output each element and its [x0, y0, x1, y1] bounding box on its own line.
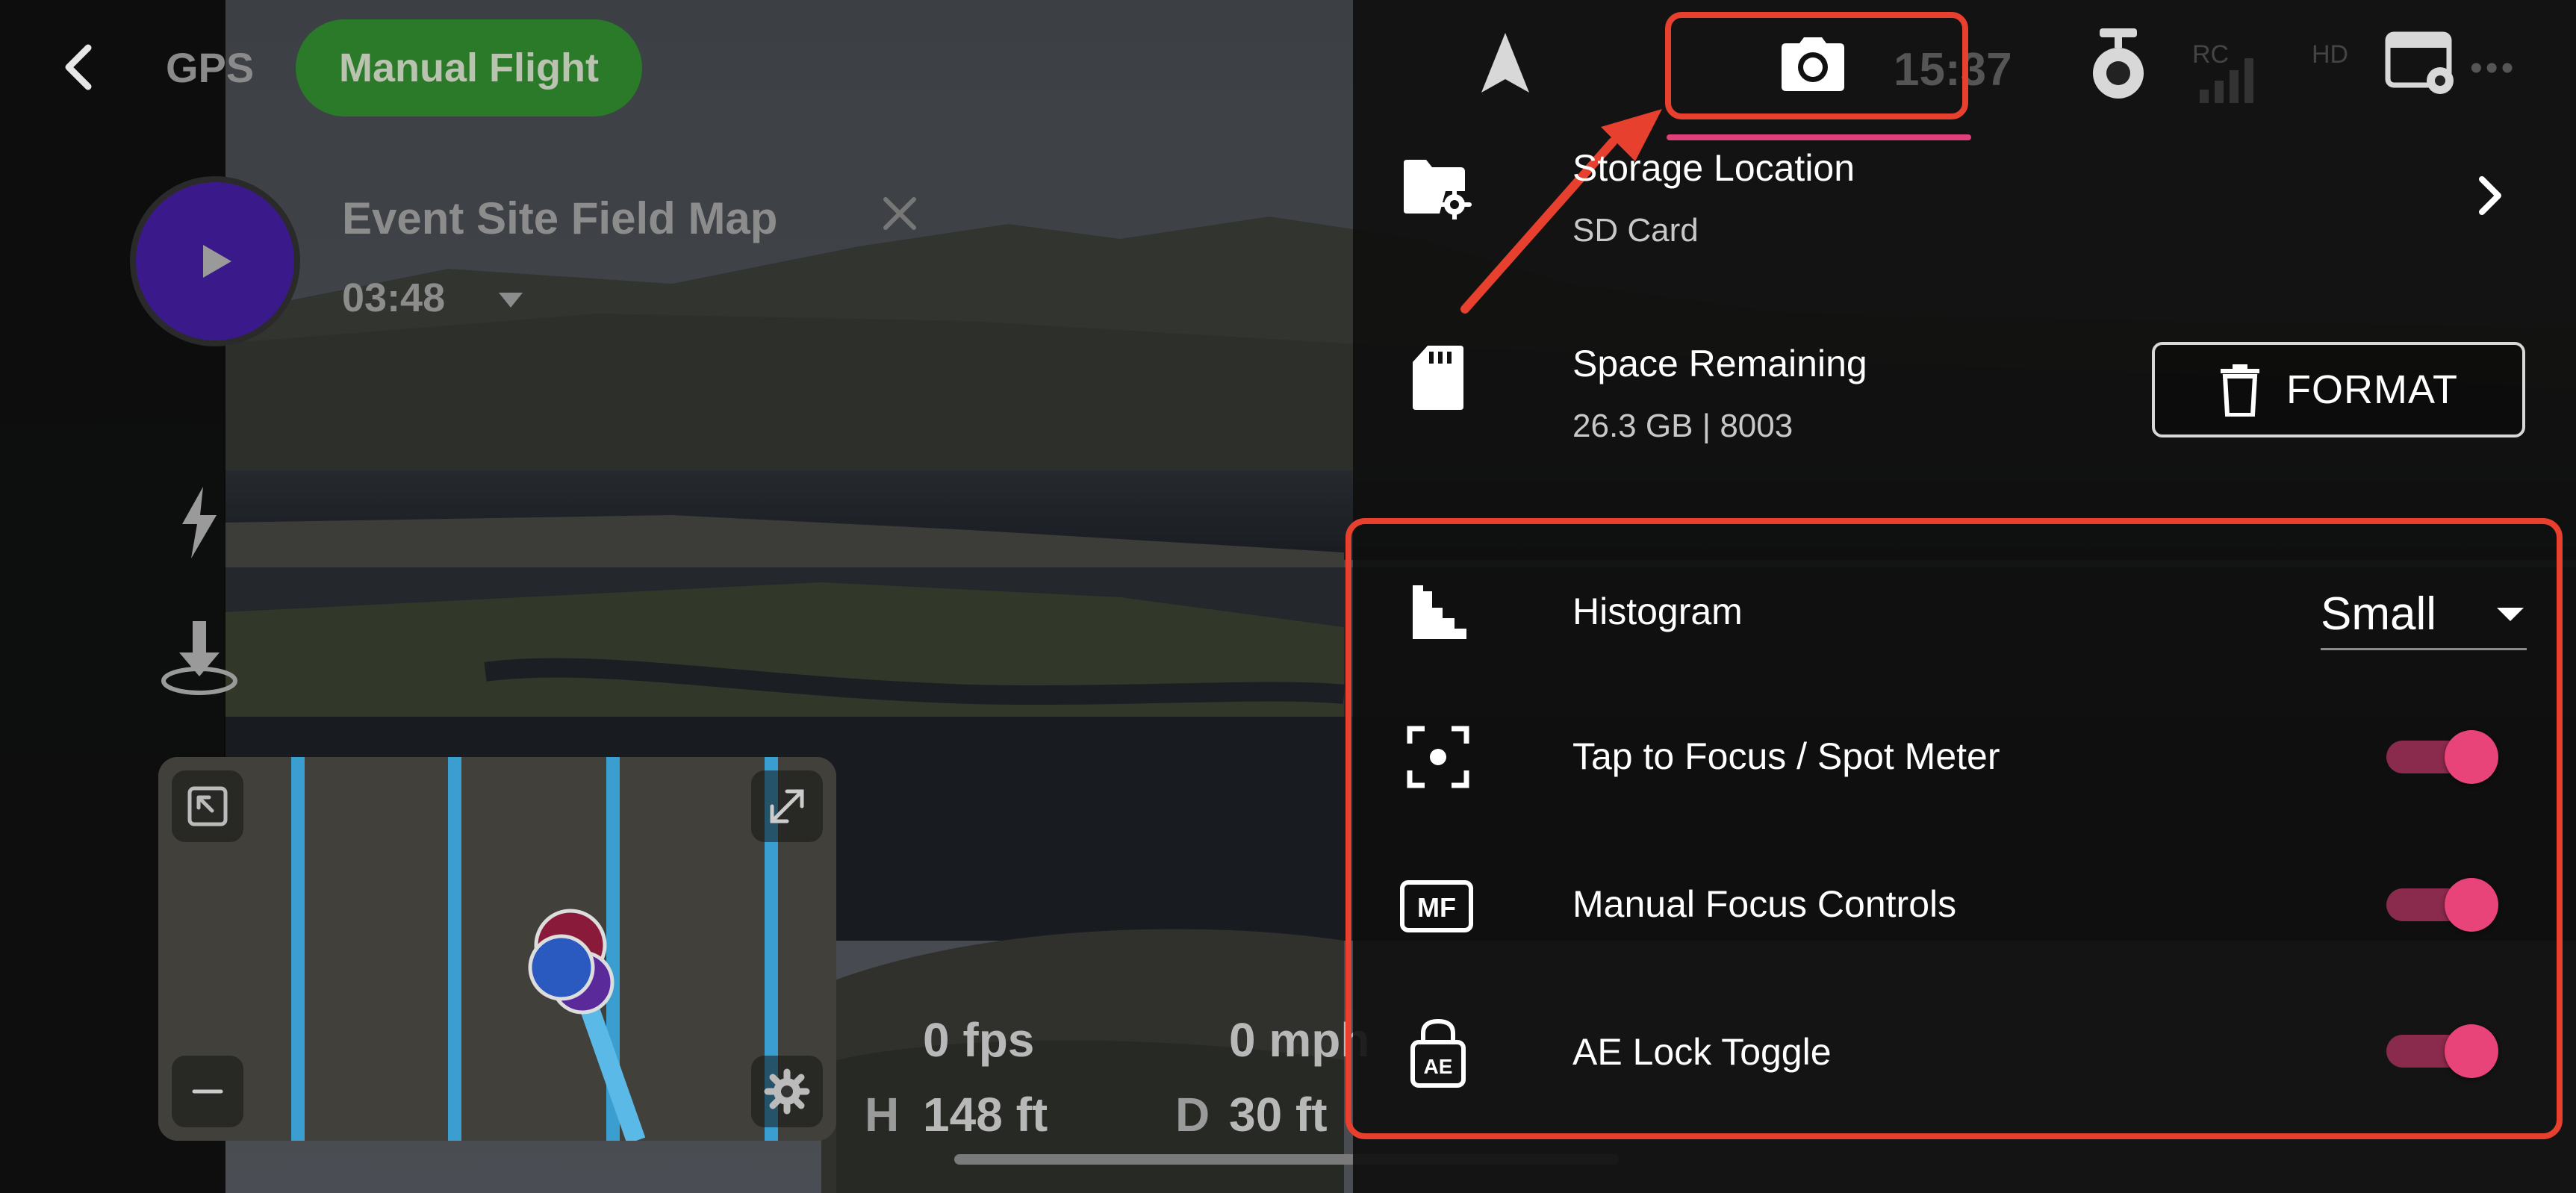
- folder-settings-icon: [1404, 160, 1472, 219]
- storage-location-icon-wrap: [1399, 151, 1474, 225]
- format-button-label: FORMAT: [2286, 367, 2458, 412]
- app-screen: GPS Manual Flight Event Site Field Map 0…: [0, 0, 2576, 1193]
- toggle-knob: [2445, 1024, 2498, 1078]
- space-remaining-title: Space Remaining: [1572, 343, 1867, 384]
- spot-focus-icon-wrap: [1401, 720, 1475, 794]
- mf-badge-text: MF: [1417, 892, 1456, 923]
- ae-lock-icon: AE: [1410, 1018, 1466, 1088]
- spot-focus-icon: [1407, 726, 1469, 788]
- ae-lock-label: AE Lock Toggle: [1572, 1031, 1832, 1073]
- toggle-knob: [2445, 730, 2498, 784]
- chevron-right-icon: [2479, 176, 2501, 215]
- histogram-icon: [1413, 585, 1466, 639]
- histogram-size-value: Small: [2321, 588, 2437, 640]
- storage-location-title: Storage Location: [1572, 147, 1855, 189]
- toggle-knob: [2445, 878, 2498, 932]
- tap-focus-label: Tap to Focus / Spot Meter: [1572, 735, 2000, 777]
- space-remaining-icon-wrap: [1401, 340, 1475, 415]
- format-button[interactable]: FORMAT: [2152, 342, 2525, 437]
- sd-card-icon: [1413, 346, 1463, 410]
- caret-down-icon: [2497, 608, 2524, 621]
- manual-focus-icon-wrap: MF: [1399, 869, 1474, 944]
- tap-focus-toggle[interactable]: [2386, 730, 2498, 784]
- ae-badge-text: AE: [1424, 1055, 1453, 1078]
- storage-location-value: SD Card: [1572, 212, 1699, 249]
- histogram-icon-wrap: [1402, 575, 1477, 650]
- manual-focus-label: Manual Focus Controls: [1572, 883, 1957, 925]
- manual-focus-toggle[interactable]: [2386, 878, 2498, 932]
- space-remaining-value: 26.3 GB | 8003: [1572, 408, 1793, 444]
- histogram-label: Histogram: [1572, 591, 1743, 632]
- manual-focus-icon: MF: [1400, 880, 1473, 932]
- trash-icon: [2221, 364, 2260, 417]
- ae-lock-toggle[interactable]: [2386, 1024, 2498, 1078]
- histogram-size-select[interactable]: Small: [2321, 579, 2527, 650]
- storage-location-chevron[interactable]: [2471, 173, 2509, 222]
- ae-lock-icon-wrap: AE: [1401, 1015, 1475, 1090]
